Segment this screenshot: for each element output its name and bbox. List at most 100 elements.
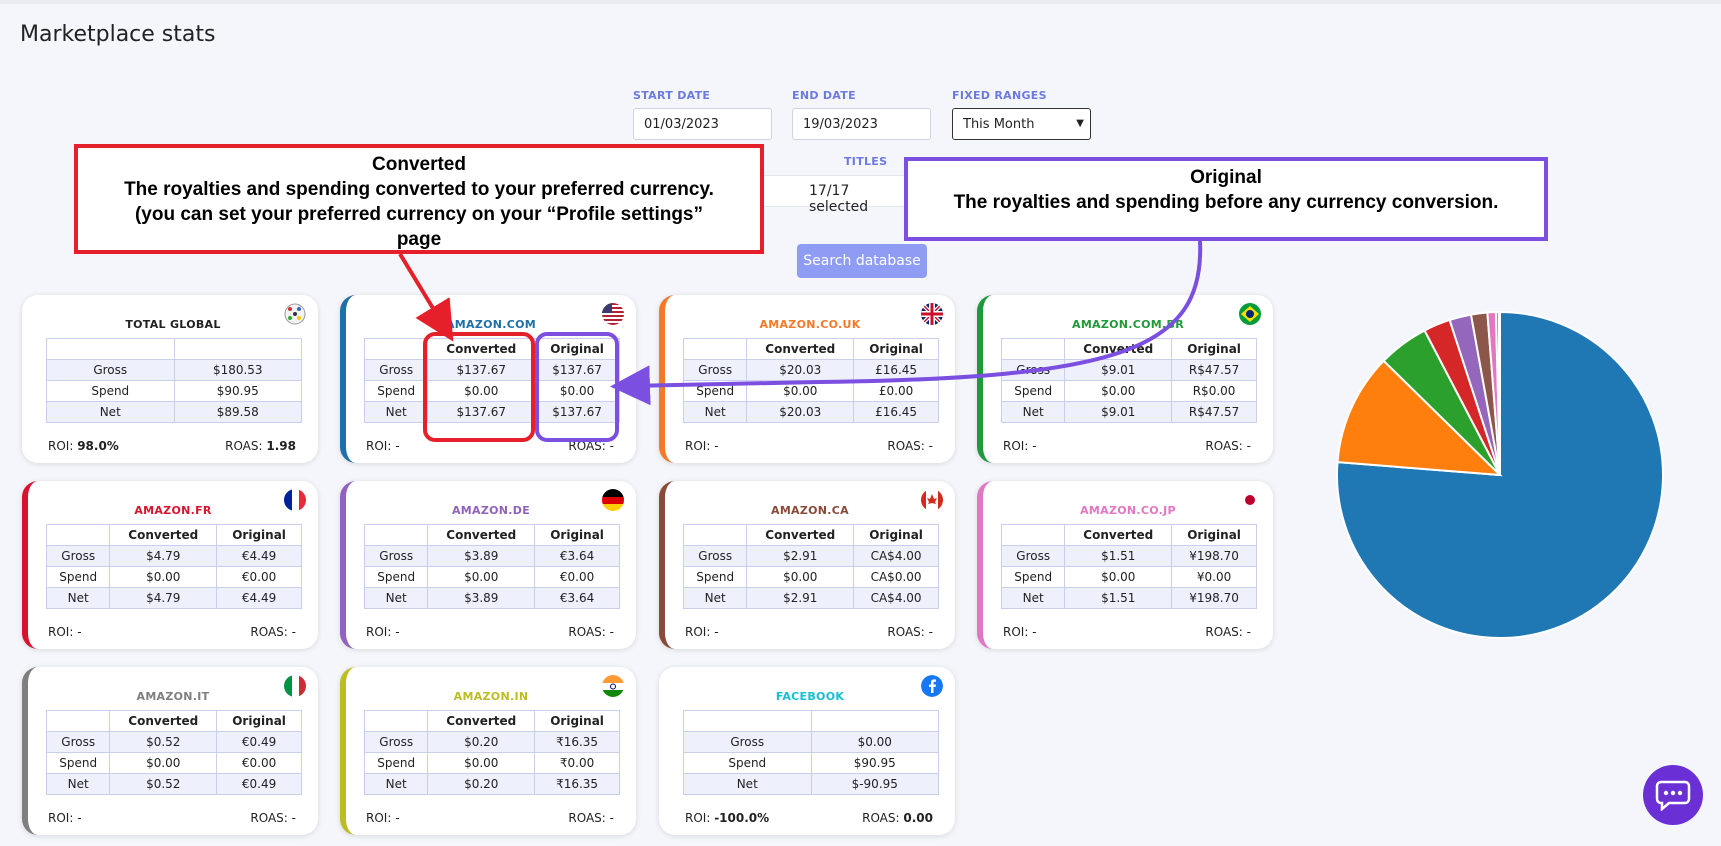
net-original: ¥198.70: [1171, 587, 1257, 609]
original-annotation: Original The royalties and spending befo…: [904, 157, 1548, 241]
pie-slice-amazon-in[interactable]: [1497, 310, 1501, 476]
card-table: Gross $180.53 Spend $90.95 Net $89.58: [46, 338, 302, 423]
table-header-blank: [363, 338, 429, 360]
roi-label: ROI:: [685, 811, 711, 825]
gross-original: $137.67: [534, 359, 620, 381]
roi-text: ROI: -100.0%: [685, 811, 769, 825]
spend-converted: $0.00: [427, 566, 536, 588]
card-title: AMAZON.DE: [451, 504, 531, 517]
roi-text: ROI: 98.0%: [48, 439, 119, 453]
marketplace-card: AMAZON.FR Converted Original Gross $4.79 €…: [22, 481, 318, 649]
france-flag-icon: [284, 489, 306, 511]
row-label-net: Net: [46, 401, 175, 423]
spend-converted: $0.00: [427, 380, 536, 402]
roas-text: ROAS: -: [1205, 439, 1251, 453]
titles-select[interactable]: 17/17 selected: [760, 175, 910, 215]
start-date-input[interactable]: 01/03/2023: [633, 108, 772, 140]
row-label-net: Net: [363, 401, 429, 423]
roi-text: ROI: -: [685, 625, 719, 639]
germany-flag-icon: [602, 489, 624, 511]
row-label-net: Net: [45, 587, 111, 609]
roi-value: -: [395, 625, 400, 639]
facebook-icon: [921, 675, 943, 697]
net-original: $137.67: [534, 401, 620, 423]
fixed-ranges-select[interactable]: This Month ▼: [952, 108, 1091, 140]
chat-bubble-icon: [1655, 780, 1691, 811]
table-row: Net $0.20 ₹16.35: [363, 773, 620, 795]
roi-label: ROI:: [1003, 439, 1029, 453]
table-header-original: Original: [534, 710, 620, 732]
roi-text: ROI: -: [1003, 439, 1037, 453]
roi-label: ROI:: [48, 811, 74, 825]
roas-value: -: [609, 439, 614, 453]
gross-converted: $2.91: [746, 545, 855, 567]
roas-value: -: [609, 811, 614, 825]
roi-label: ROI:: [685, 625, 711, 639]
table-row: Gross $0.52 €0.49: [45, 731, 302, 753]
row-label-net: Net: [1000, 401, 1066, 423]
table-row: Spend $0.00 R$0.00: [1000, 380, 1257, 402]
spend-converted: $0.00: [746, 566, 855, 588]
roas-text: ROAS: 1.98: [225, 439, 296, 453]
roas-text: ROAS: 0.00: [862, 811, 933, 825]
card-title: AMAZON.FR: [134, 504, 212, 517]
search-database-button[interactable]: Search database: [797, 244, 927, 278]
table-header-original: Original: [534, 524, 620, 546]
roi-text: ROI: -: [366, 439, 400, 453]
row-label-spend: Spend: [45, 566, 111, 588]
row-label-net: Net: [363, 773, 429, 795]
table-header-blank: [45, 710, 111, 732]
table-header-original: Original: [216, 524, 302, 546]
roi-label: ROI:: [366, 439, 392, 453]
roi-value: -: [395, 811, 400, 825]
marketplace-card: AMAZON.COM.BR Converted Original Gross $9…: [977, 295, 1273, 463]
globe-icon: [284, 303, 306, 325]
roi-value: -: [77, 811, 82, 825]
table-row: Spend $0.00 CA$0.00: [682, 566, 939, 588]
gross-original: R$47.57: [1171, 359, 1257, 381]
card-title: AMAZON.COM.BR: [1072, 318, 1184, 331]
spend-converted: $0.00: [109, 752, 218, 774]
converted-annotation-line2: (you can set your preferred currency on …: [134, 204, 704, 225]
row-label-spend: Spend: [1000, 380, 1066, 402]
gross-original: CA$4.00: [853, 545, 939, 567]
marketplace-card: FACEBOOK Gross $0.00 Spend $90.95 Net $-90.…: [659, 667, 955, 835]
roas-label: ROAS:: [887, 439, 925, 453]
table-row: Net $2.91 CA$4.00: [682, 587, 939, 609]
table-row: Gross $0.20 ₹16.35: [363, 731, 620, 753]
table-row: Net $137.67 $137.67: [363, 401, 620, 423]
card-table: Converted Original Gross $3.89 €3.64 Spend…: [363, 524, 620, 609]
table-header-converted: Converted: [427, 710, 536, 732]
spend-original: €0.00: [534, 566, 620, 588]
net-original: CA$4.00: [853, 587, 939, 609]
table-header-converted: Converted: [109, 710, 218, 732]
chat-button[interactable]: [1643, 765, 1703, 825]
table-row: Net $4.79 €4.49: [45, 587, 302, 609]
chevron-down-icon: ▼: [1076, 118, 1084, 129]
end-date-input[interactable]: 19/03/2023: [792, 108, 931, 140]
spend-original: $0.00: [534, 380, 620, 402]
original-annotation-line1: The royalties and spending before any cu…: [953, 192, 1499, 213]
card-table: Converted Original Gross $20.03 £16.45 Spe…: [682, 338, 939, 423]
card-table: Converted Original Gross $2.91 CA$4.00 Spe…: [682, 524, 939, 609]
table-header-blank: [810, 710, 939, 732]
roas-value: 0.00: [903, 811, 933, 825]
spend-converted: $0.00: [427, 752, 536, 774]
table-row: Gross $137.67 $137.67: [363, 359, 620, 381]
roi-text: ROI: -: [48, 811, 82, 825]
spend-converted: $0.00: [746, 380, 855, 402]
roas-label: ROAS:: [250, 625, 288, 639]
uk-flag-icon: [921, 303, 943, 325]
table-header-original: Original: [853, 524, 939, 546]
roi-text: ROI: -: [366, 811, 400, 825]
table-header-converted: Converted: [427, 338, 536, 360]
marketplace-card: AMAZON.IT Converted Original Gross $0.52 €…: [22, 667, 318, 835]
roas-label: ROAS:: [887, 625, 925, 639]
table-row: Net $89.58: [46, 401, 302, 423]
roas-label: ROAS:: [568, 625, 606, 639]
row-label-spend: Spend: [46, 380, 175, 402]
card-table: Converted Original Gross $4.79 €4.49 Spend…: [45, 524, 302, 609]
gross-original: £16.45: [853, 359, 939, 381]
net-converted: $2.91: [746, 587, 855, 609]
table-header-blank: [45, 524, 111, 546]
